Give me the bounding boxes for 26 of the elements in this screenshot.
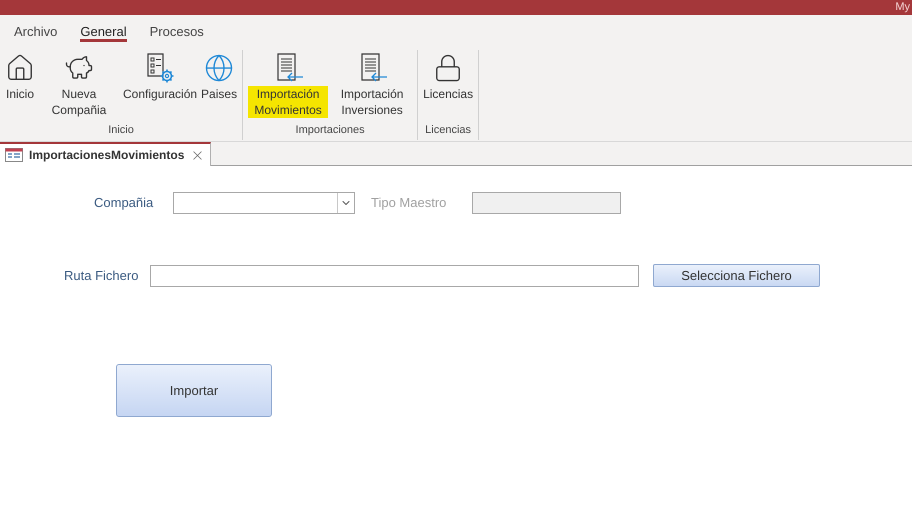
document-tab-title: ImportacionesMovimientos [29,147,184,164]
globe-icon [204,53,234,83]
ribbon-button[interactable]: Configuración [122,50,198,102]
select-file-button[interactable]: Selecciona Fichero [653,264,820,287]
document-tab[interactable]: ImportacionesMovimientos [0,142,212,166]
group-label: Importaciones [294,122,366,138]
ribbon-button[interactable]: Importación Movimientos [247,50,330,118]
field-label: Compañia [94,194,154,212]
ribbon-button[interactable]: Paises [200,50,238,102]
file-path-field[interactable] [150,264,639,286]
house-icon [5,53,35,83]
ribbon-button[interactable]: Inicio [4,50,36,102]
group-label: Licencias [424,122,472,138]
menu-tab[interactable]: Archivo [14,22,58,42]
ribbon-button[interactable]: Importación Inversiones [331,50,414,118]
form-icon [5,148,23,162]
ribbon-button[interactable]: Nueva Compañia [38,50,120,118]
ribbon-button[interactable]: Licencias [422,50,474,102]
field-label: Tipo Maestro [371,194,448,212]
group-label: Inicio [107,122,135,138]
field-label: Ruta Fichero [64,266,140,285]
company-dropdown[interactable] [173,192,355,214]
import-button[interactable]: Importar [116,364,272,417]
window-title: My [895,0,910,15]
menu-tab[interactable]: General [80,22,127,42]
menu-tab[interactable]: Procesos [150,22,204,42]
